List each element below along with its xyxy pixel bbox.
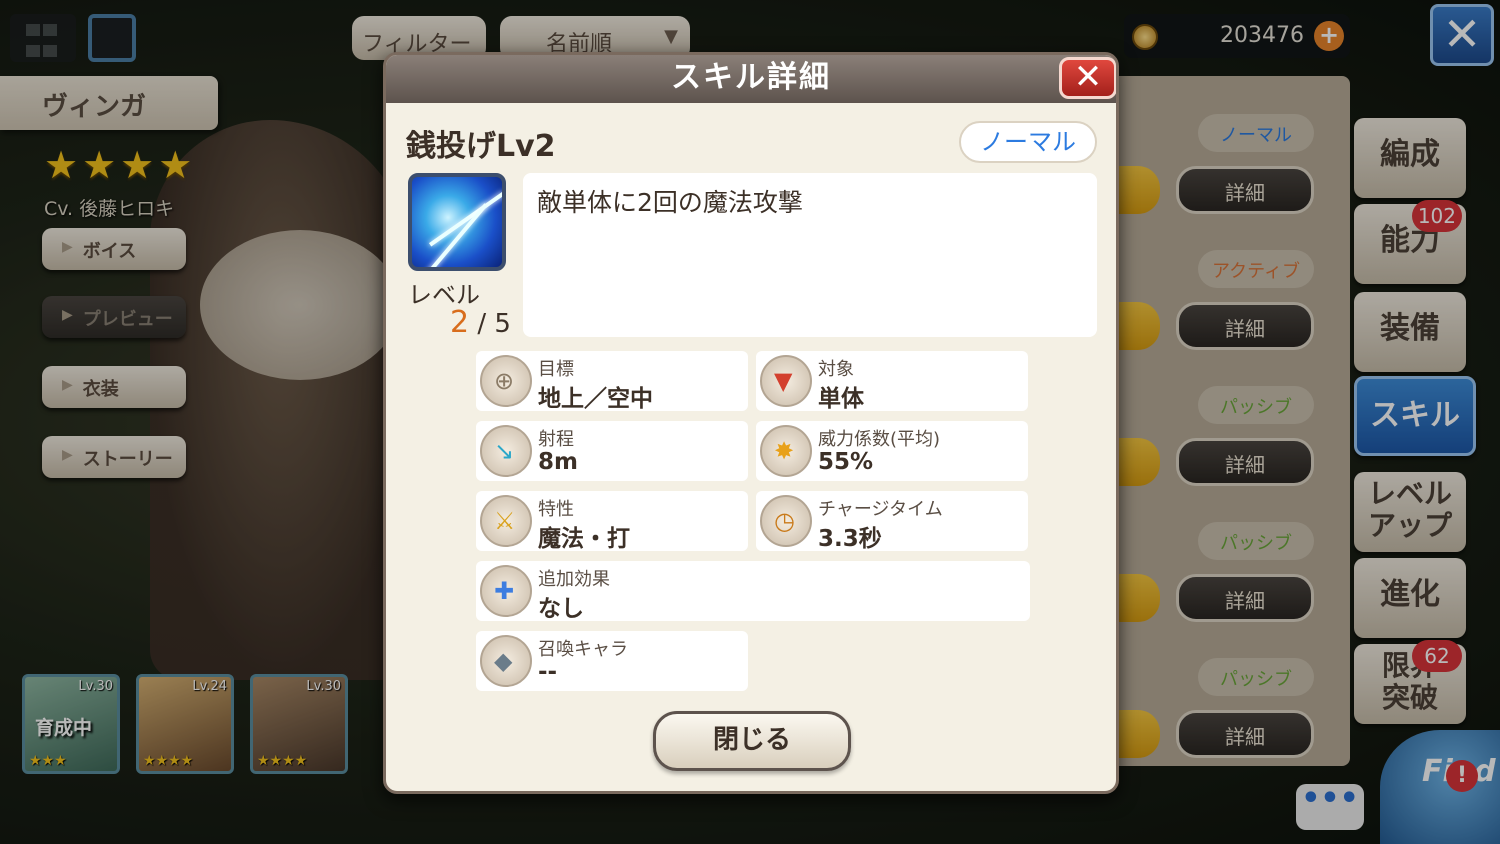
skill-icon — [408, 173, 506, 271]
sword-icon: ⚔ — [480, 495, 532, 547]
stat-summon: ◆ 召喚キャラ -- — [476, 631, 748, 691]
skill-rank-badge: ノーマル — [959, 121, 1097, 163]
stat-extra-effect: ✚ 追加効果 なし — [476, 561, 1030, 622]
close-icon[interactable]: ✕ — [1059, 57, 1116, 99]
level-value: 2 / 5 — [450, 305, 511, 340]
sword-plus-icon: ✚ — [480, 565, 532, 617]
close-button[interactable]: 閉じる — [653, 711, 851, 771]
stat-power: ✸ 威力係数(平均) 55% — [756, 421, 1028, 481]
skill-description: 敵単体に2回の魔法攻撃 — [523, 173, 1097, 337]
target-marker-icon: ▼ — [760, 355, 812, 407]
crosshair-icon: ⊕ — [480, 355, 532, 407]
stat-charge: ◷ チャージタイム 3.3秒 — [756, 491, 1028, 552]
stat-range: ↘ 射程 8m — [476, 421, 748, 481]
clock-icon: ◷ — [760, 495, 812, 547]
stat-attribute: ⚔ 特性 魔法・打 — [476, 491, 748, 552]
stat-target: ⊕ 目標 地上／空中 — [476, 351, 748, 412]
stat-scope: ▼ 対象 単体 — [756, 351, 1028, 412]
summon-creature-icon: ◆ — [480, 635, 532, 687]
skill-name: 銭投げLv2 — [406, 129, 556, 164]
arrow-range-icon: ↘ — [480, 425, 532, 477]
dialog-title: スキル詳細 — [386, 55, 1116, 103]
skill-detail-dialog: スキル詳細 ✕ 銭投げLv2 ノーマル レベル 2 / 5 敵単体に2回の魔法攻… — [383, 52, 1119, 794]
explosion-icon: ✸ — [760, 425, 812, 477]
